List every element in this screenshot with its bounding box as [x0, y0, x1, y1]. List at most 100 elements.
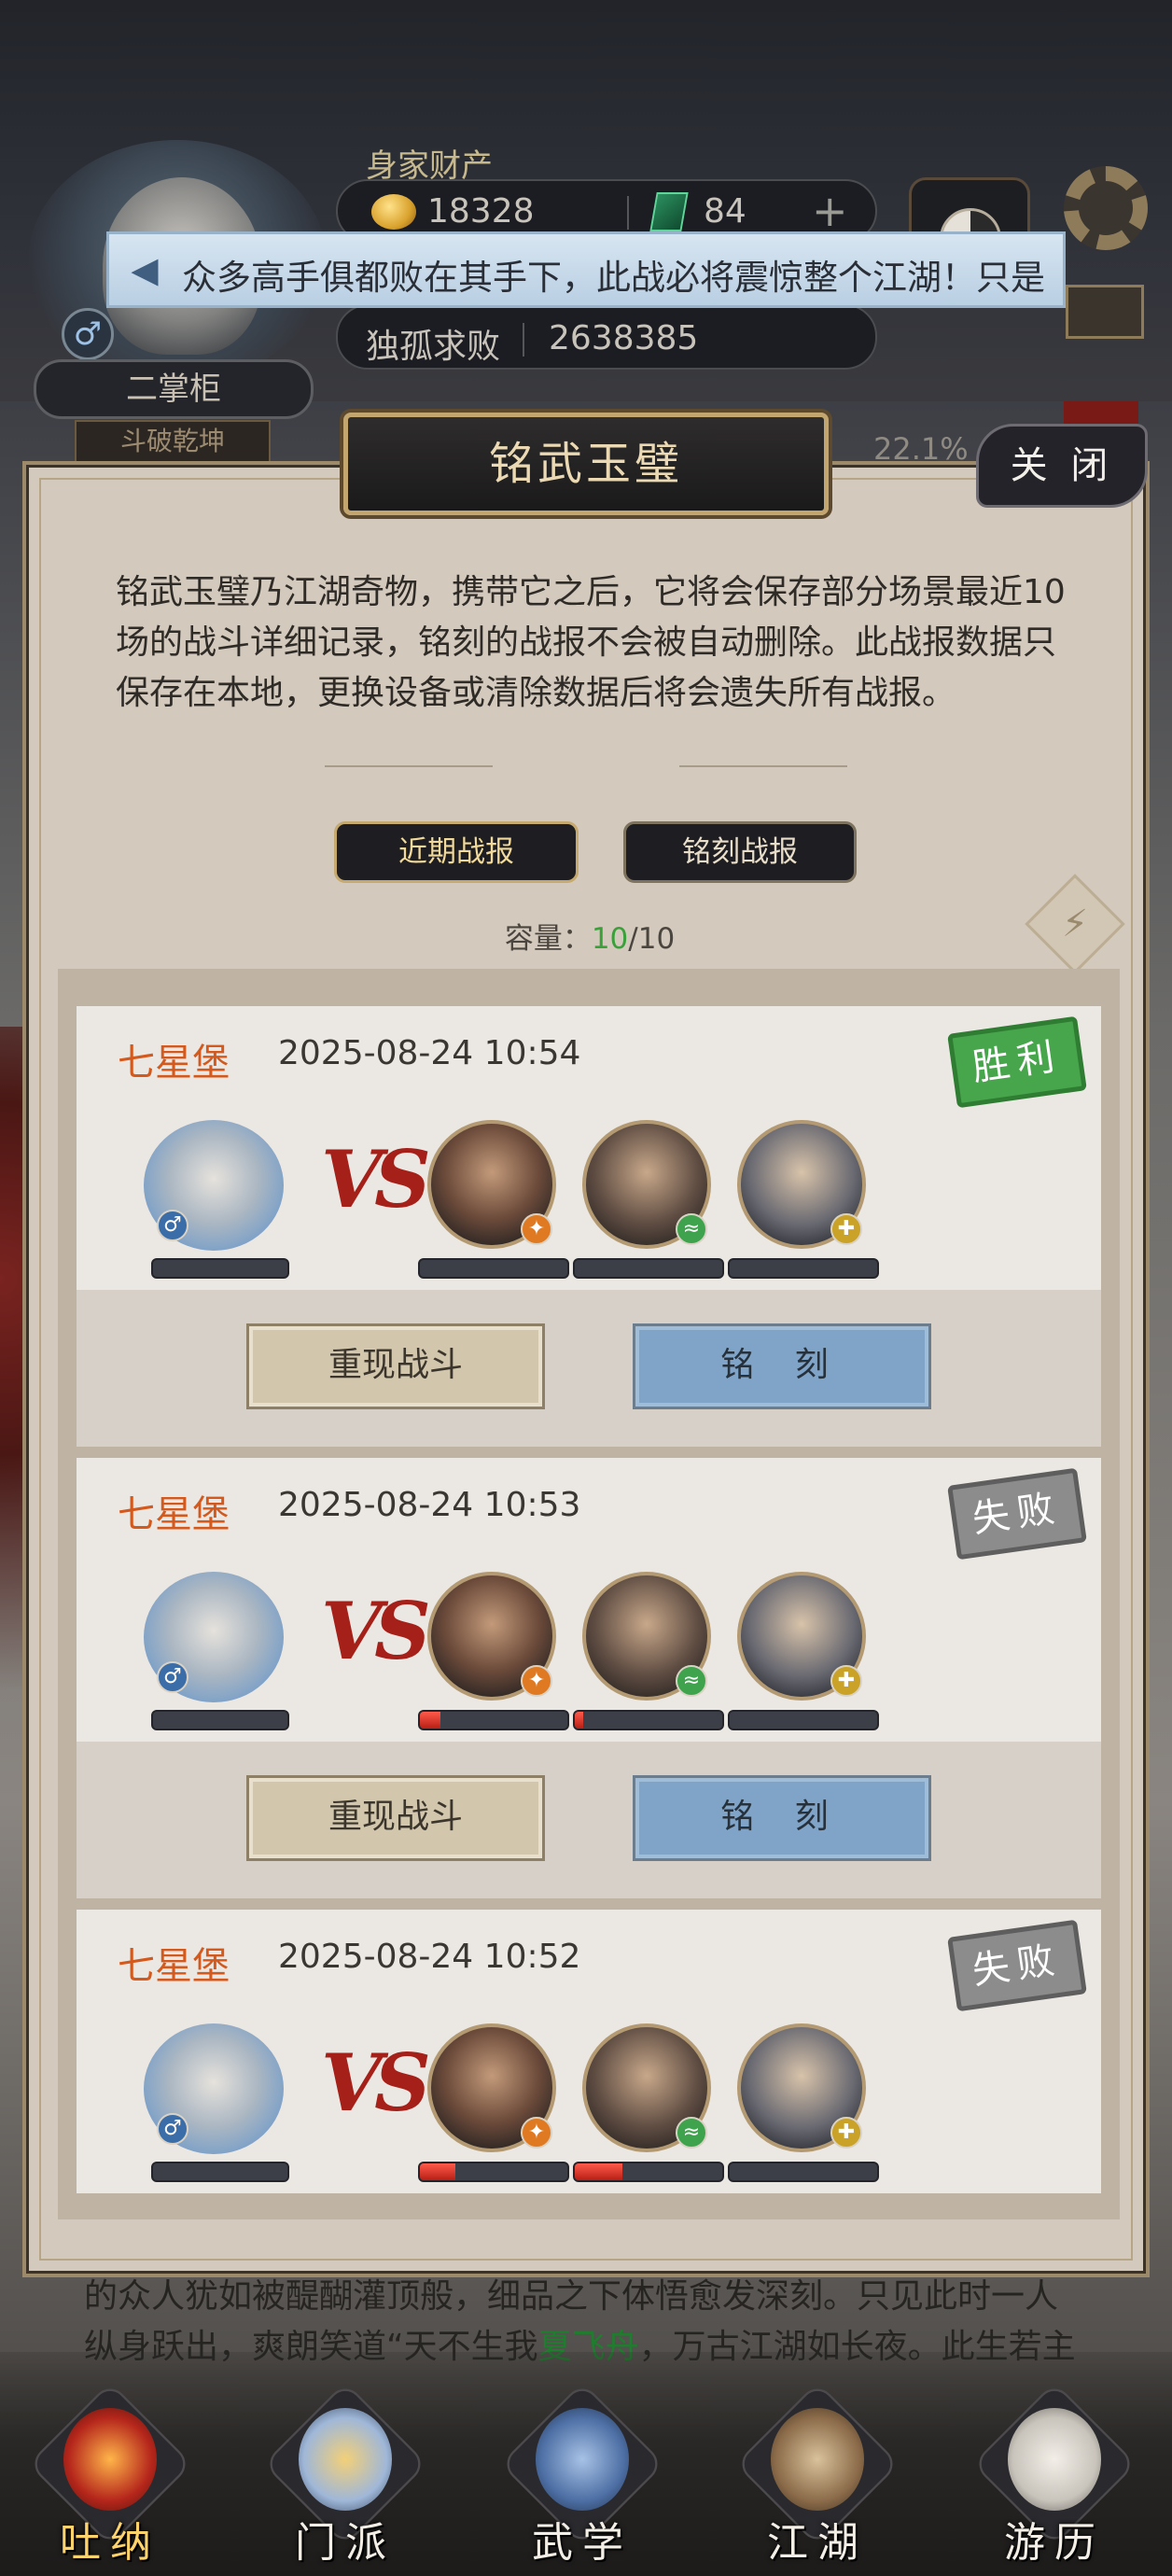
result-stamp: 失败: [947, 1467, 1087, 1561]
nav-label: 武学: [532, 2519, 633, 2567]
wind-element-icon: ≈: [676, 2117, 707, 2149]
enemy-hp-bar: [728, 2162, 879, 2182]
title-row: 独孤求败 2638385: [336, 304, 877, 370]
hp-fill: [575, 1712, 584, 1729]
bottom-navigation: 吐纳 门派 武学 江湖 游历: [0, 2352, 1172, 2576]
wind-element-icon: ≈: [676, 1213, 707, 1245]
tab-engraved-records[interactable]: 铭刻战报: [623, 821, 857, 883]
settings-gear-icon[interactable]: [1064, 166, 1148, 250]
player-portrait: ♂: [144, 1120, 284, 1251]
enemy-hp-bar: [418, 2162, 569, 2182]
rank-plate: 二掌柜: [34, 359, 314, 419]
record-time: 2025-08-24 10:54: [278, 1034, 581, 1072]
male-gender-icon: ♂: [62, 308, 114, 360]
enemy-portrait: ≈: [582, 1120, 711, 1249]
player-hp-bar: [151, 1258, 289, 1279]
record-card-actions: 重现战斗 铭 刻: [77, 1742, 1101, 1898]
replay-battle-button[interactable]: 重现战斗: [246, 1775, 545, 1861]
enemy-hp-bar: [728, 1258, 879, 1279]
close-button[interactable]: 关 闭: [976, 424, 1148, 508]
player-portrait: ♂: [144, 1572, 284, 1702]
engrave-button[interactable]: 铭 刻: [633, 1775, 931, 1861]
enemy-hp-bar: [573, 1710, 724, 1730]
record-time: 2025-08-24 10:53: [278, 1486, 581, 1524]
player-hp-bar: [151, 2162, 289, 2182]
nav-label: 游历: [1004, 2519, 1105, 2567]
record-location: 七星堡: [118, 1042, 230, 1085]
record-card-header: 七星堡 2025-08-24 10:54 胜利 ♂ VS ✦ ≈ ✚: [77, 1006, 1101, 1290]
record-location: 七星堡: [118, 1945, 230, 1988]
enemy-portrait: ≈: [582, 2023, 711, 2152]
enemy-portrait: ✚: [737, 2023, 866, 2152]
horse-icon: [1008, 2408, 1101, 2511]
result-stamp: 胜利: [947, 1015, 1087, 1109]
gold-ingot-icon: [371, 194, 416, 230]
enemy-portrait: ✦: [427, 1572, 556, 1701]
enemy-portrait: ✦: [427, 1120, 556, 1249]
enemy-portrait: ✚: [737, 1120, 866, 1249]
nav-item-sect[interactable]: 门派: [261, 2381, 429, 2567]
enemy-portrait: ✚: [737, 1572, 866, 1701]
replay-battle-button[interactable]: 重现战斗: [246, 1323, 545, 1409]
ornament-divider: [325, 765, 493, 767]
sect-flag-icon: [299, 2408, 392, 2511]
power-value: 2638385: [549, 319, 699, 357]
gold-element-icon: ✚: [830, 2117, 862, 2149]
nav-label: 吐纳: [60, 2519, 160, 2567]
fire-element-icon: ✦: [521, 2117, 552, 2149]
modal-title-plate: 铭武玉璧: [343, 413, 829, 515]
gold-element-icon: ✚: [830, 1213, 862, 1245]
record-card-header: 七星堡 2025-08-24 10:53 失败 ♂ VS ✦ ≈ ✚: [77, 1458, 1101, 1742]
rank-subtitle: 斗破乾坤: [75, 420, 271, 463]
top-header: ♂ 二掌柜 斗破乾坤 身家财产 18328 84 + 独孤求败 2638385: [0, 0, 1172, 463]
mail-icon[interactable]: [1066, 285, 1144, 339]
record-card: 七星堡 2025-08-24 10:52 失败 ♂ VS ✦ ≈ ✚: [77, 1910, 1101, 2193]
jade-icon: [649, 192, 689, 231]
enemy-hp-bar: [418, 1710, 569, 1730]
modal-description: 铭武玉璧乃江湖奇物，携带它之后，它将会保存部分场景最近10场的战斗详细记录，铭刻…: [116, 573, 1066, 712]
nav-item-jianghu[interactable]: 江湖: [733, 2381, 901, 2567]
jade-count: 84: [704, 192, 746, 231]
story-line: 的众人犹如被醍醐灌顶般，细品之下体悟愈发深刻。只见此时一人: [84, 2277, 1059, 2316]
record-location: 七星堡: [118, 1493, 230, 1536]
record-card: 七星堡 2025-08-24 10:53 失败 ♂ VS ✦ ≈ ✚ 重现战斗 …: [77, 1458, 1101, 1898]
hp-fill: [575, 2163, 622, 2180]
nav-item-martial-arts[interactable]: 武学: [498, 2381, 666, 2567]
lightning-icon: ⚡: [1061, 903, 1089, 945]
ornament-divider: [679, 765, 847, 767]
megaphone-icon: ◀: [131, 249, 159, 290]
record-list[interactable]: 七星堡 2025-08-24 10:54 胜利 ♂ VS ✦ ≈ ✚ 重现战斗 …: [58, 969, 1120, 2219]
capacity-used: 10: [591, 922, 629, 956]
capacity-indicator: 容量：10/10: [26, 915, 1153, 957]
player-title: 独孤求败: [366, 328, 501, 366]
capacity-total: /10: [628, 922, 676, 956]
coin-count: 18328: [427, 192, 535, 231]
divider: [523, 323, 524, 357]
notice-text: 众多高手俱都败在其手下，此战必将震惊整个江湖！只是: [182, 258, 1045, 298]
add-currency-button[interactable]: +: [812, 187, 848, 235]
record-card-header: 七星堡 2025-08-24 10:52 失败 ♂ VS ✦ ≈ ✚: [77, 1910, 1101, 2193]
hp-fill: [420, 2163, 455, 2180]
vs-mark: VS: [321, 1133, 431, 1225]
male-gender-icon: ♂: [157, 1210, 188, 1241]
player-portrait: ♂: [144, 2023, 284, 2154]
nav-label: 江湖: [767, 2519, 868, 2567]
wind-element-icon: ≈: [676, 1665, 707, 1697]
tab-recent-records[interactable]: 近期战报: [334, 821, 579, 883]
nav-item-travel[interactable]: 游历: [970, 2381, 1138, 2567]
player-hp-bar: [151, 1710, 289, 1730]
engrave-button[interactable]: 铭 刻: [633, 1323, 931, 1409]
enemy-hp-bar: [573, 1258, 724, 1279]
fire-element-icon: ✦: [521, 1213, 552, 1245]
nav-item-breathing[interactable]: 吐纳: [26, 2381, 194, 2567]
vs-mark: VS: [321, 1585, 431, 1677]
enemy-portrait: ✦: [427, 2023, 556, 2152]
modal-title: 铭武玉璧: [488, 438, 683, 490]
martial-book-icon: [536, 2408, 629, 2511]
result-stamp: 失败: [947, 1919, 1087, 2012]
gold-element-icon: ✚: [830, 1665, 862, 1697]
cultivation-icon: [63, 2408, 157, 2511]
male-gender-icon: ♂: [157, 2113, 188, 2145]
capacity-label: 容量：: [504, 922, 592, 956]
divider: [627, 196, 629, 230]
